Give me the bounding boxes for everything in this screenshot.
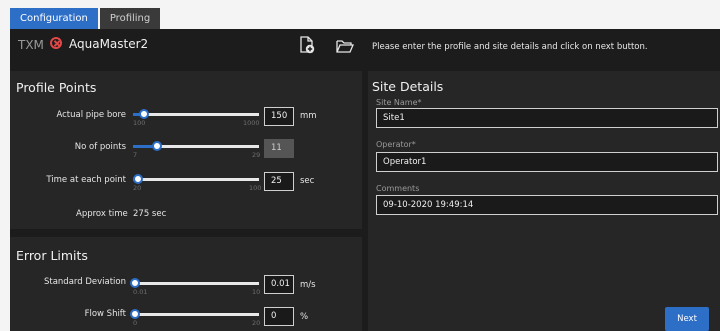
time-per-point-unit: sec	[300, 176, 315, 186]
approx-time-label: Approx time	[76, 209, 128, 219]
pipe-bore-min: 100	[133, 119, 146, 127]
std-dev-max: 10	[252, 288, 261, 296]
pipe-bore-input[interactable]: 150	[264, 107, 294, 126]
pipe-bore-unit: mm	[300, 111, 317, 121]
time-per-point-min: 20	[133, 184, 142, 192]
flow-shift-min: 0	[133, 319, 138, 327]
std-dev-slider-handle[interactable]	[130, 278, 140, 288]
next-button[interactable]: Next	[665, 307, 709, 331]
error-circle-icon	[50, 37, 62, 49]
pipe-bore-slider-track[interactable]	[133, 113, 259, 116]
pipe-bore-slider-handle[interactable]	[139, 109, 149, 119]
std-dev-input[interactable]: 0.01	[264, 275, 294, 294]
time-per-point-max: 100	[249, 184, 262, 192]
points-slider-handle[interactable]	[152, 141, 162, 151]
time-per-point-slider-track[interactable]	[133, 178, 259, 181]
std-dev-label: Standard Deviation	[43, 277, 126, 287]
points-max: 29	[252, 151, 261, 159]
std-dev-slider-track[interactable]	[133, 282, 259, 285]
flow-shift-input[interactable]: 0	[264, 307, 294, 326]
flow-shift-slider-track[interactable]	[133, 313, 259, 316]
flow-shift-slider-handle[interactable]	[130, 309, 140, 319]
comments-label: Comments	[376, 184, 420, 193]
site-name-label: Site Name*	[376, 98, 422, 107]
operator-input[interactable]: Operator1	[376, 152, 718, 172]
points-input: 11	[264, 139, 294, 158]
comments-input[interactable]: 09-10-2020 19:49:14	[376, 195, 718, 215]
flow-shift-label: Flow Shift	[84, 309, 126, 319]
brand-label: TXM	[18, 38, 44, 52]
std-dev-unit: m/s	[300, 280, 316, 290]
pipe-bore-max: 1000	[243, 119, 260, 127]
tab-profiling[interactable]: Profiling	[99, 8, 161, 29]
time-per-point-input[interactable]: 25	[264, 172, 294, 191]
flow-shift-max: 20	[252, 319, 261, 327]
operator-label: Operator*	[376, 140, 416, 149]
open-folder-icon[interactable]	[336, 38, 354, 53]
device-name: AquaMaster2	[69, 37, 149, 51]
tab-configuration[interactable]: Configuration	[10, 8, 98, 29]
points-min: 7	[133, 151, 138, 159]
site-name-input[interactable]: Site1	[376, 108, 718, 128]
points-label: No of points	[74, 142, 126, 152]
time-per-point-label: Time at each point	[46, 175, 126, 185]
flow-shift-unit: %	[300, 312, 309, 322]
error-limits-title: Error Limits	[16, 248, 88, 263]
profile-points-title: Profile Points	[16, 80, 97, 95]
std-dev-min: 0.01	[133, 288, 148, 296]
new-file-icon[interactable]	[299, 36, 315, 54]
time-per-point-slider-handle[interactable]	[133, 174, 143, 184]
instruction-text: Please enter the profile and site detail…	[372, 42, 648, 52]
top-tab-bar: Configuration Profiling	[10, 8, 162, 29]
site-details-title: Site Details	[372, 79, 444, 94]
pipe-bore-label: Actual pipe bore	[56, 110, 126, 120]
approx-time-value: 275 sec	[133, 209, 167, 219]
